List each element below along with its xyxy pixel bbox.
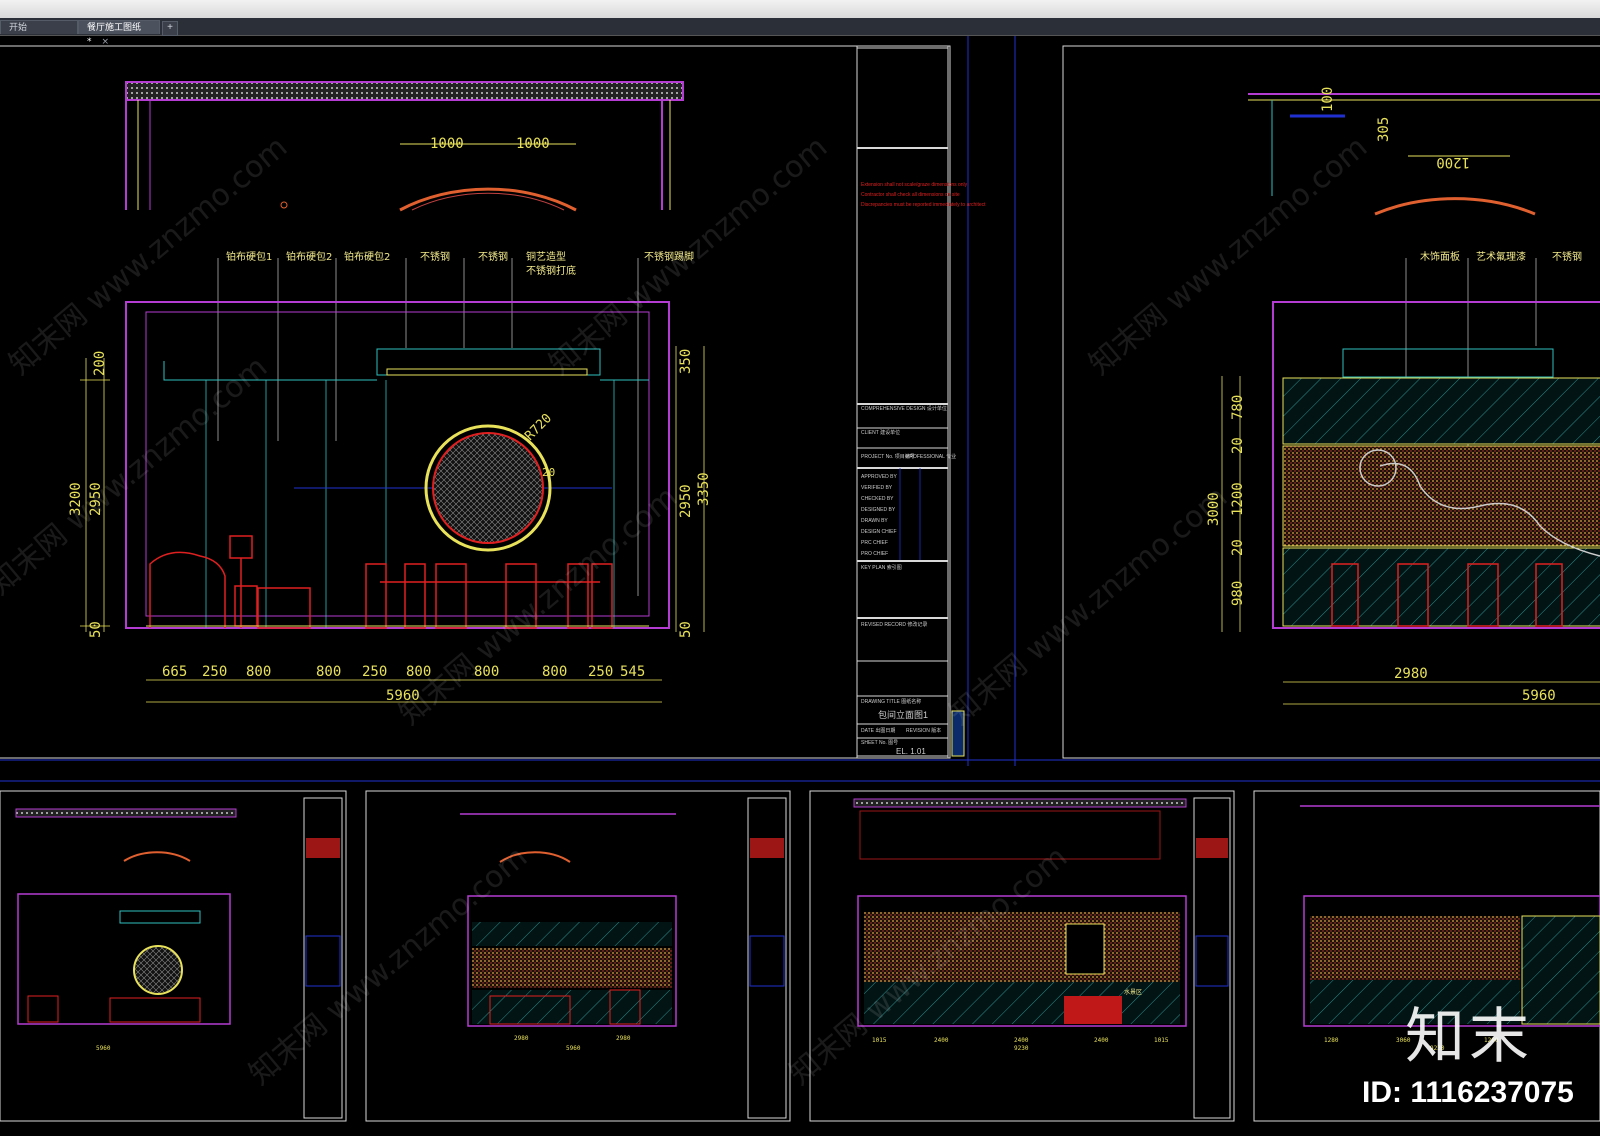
callout-4: 不锈钢 <box>420 250 450 263</box>
radius-label: R720 <box>522 411 555 444</box>
r-dim-left-3: 20 <box>1230 437 1246 454</box>
dim-right-4: 50 <box>678 621 694 638</box>
resource-id: ID: 1116237075 <box>1362 1076 1574 1109</box>
tb-title-label: DRAWING TITLE 图纸名称 <box>861 698 921 705</box>
watermark-6: 知末网 www.znzmo.com <box>943 480 1234 732</box>
title-block[interactable]: Extension shall not scale/graze dimensio… <box>856 47 986 757</box>
tb-row-6: DESIGN CHIEF <box>861 529 897 535</box>
thumb3-dim-3: 2400 <box>1014 1037 1029 1044</box>
dim-bottom-5: 250 <box>362 664 387 680</box>
dim-top-2: 1000 <box>516 136 550 152</box>
watermark-3: 知末网 www.znzmo.com <box>1083 130 1374 382</box>
new-tab-button[interactable]: + <box>162 21 178 36</box>
dim-right-2: 3350 <box>696 472 712 506</box>
tb-note-1: Extension shall not scale/graze dimensio… <box>861 182 968 188</box>
dim-bottom-4: 800 <box>316 664 341 680</box>
callout-2: 铂布硬包2 <box>286 250 332 263</box>
r-dim-top-1: 100 <box>1320 87 1336 112</box>
thumb3-dim-1: 1015 <box>872 1037 887 1044</box>
tb-note-3: Discrepancies must be reported immediate… <box>861 202 986 208</box>
thumb3-dim-total: 9230 <box>1014 1045 1029 1052</box>
window-title-bar <box>0 0 1600 19</box>
r-dim-bottom-1: 2980 <box>1394 666 1428 682</box>
r-dim-left-4: 1200 <box>1230 482 1246 516</box>
callout-1: 铂布硬包1 <box>226 250 272 263</box>
thumb4-dim-1: 1280 <box>1324 1037 1339 1044</box>
r-dim-top-3: 1200 <box>1436 154 1470 170</box>
r-dim-bottom-2: 5960 <box>1522 688 1556 704</box>
dim-right-1: 350 <box>678 349 694 374</box>
tb-revision: REVISION 版本 <box>906 727 941 734</box>
thumbnail-sheet-1[interactable]: 5960 <box>0 790 347 1122</box>
r-callout-3: 不锈钢 <box>1552 250 1582 263</box>
dim-bottom-10: 545 <box>620 664 645 680</box>
main-elevation[interactable]: 1000 1000 铂布硬包1 铂布硬包2 铂布硬包2 不锈钢 不锈钢 铜艺造型… <box>68 81 712 704</box>
tb-date: DATE 出图日期 <box>861 727 895 734</box>
tb-row-3: CHECKED BY <box>861 496 894 502</box>
dim-bottom-1: 665 <box>162 664 187 680</box>
r-callout-1: 木饰面板 <box>1420 250 1460 263</box>
thumb2-dim-1: 2980 <box>514 1035 529 1042</box>
radius-small: 20 <box>542 466 555 479</box>
callout-6: 铜艺造型 <box>526 250 566 263</box>
thumb3-area-label: 水景区 <box>1124 988 1142 996</box>
r-callout-2: 艺术氟理漆 <box>1476 250 1526 263</box>
r-dim-left-5: 20 <box>1230 539 1246 556</box>
tb-row-8: PRO CHIEF <box>861 551 888 557</box>
tab-drawing[interactable]: 餐厅施工图纸* × <box>78 20 160 47</box>
thumbnail-sheet-2[interactable]: 2980 5960 2980 <box>365 790 791 1122</box>
tb-row-1: APPROVED BY <box>861 474 898 480</box>
tb-client: CLIENT 建设单位 <box>861 429 900 436</box>
r-dim-left-6: 980 <box>1230 581 1246 606</box>
brand-logo: 知末 <box>1405 1002 1533 1072</box>
tb-note-2: Contractor shall check all dimensions on… <box>861 192 960 198</box>
tb-keyplan: KEY PLAN 索引图 <box>861 564 902 571</box>
callout-5: 不锈钢 <box>478 250 508 263</box>
dim-left-1: 200 <box>92 351 108 376</box>
dim-bottom-2: 250 <box>202 664 227 680</box>
watermark-2: 知末网 www.znzmo.com <box>543 130 834 382</box>
thumb3-dim-2: 2400 <box>934 1037 949 1044</box>
tb-drawing-title: 包间立面图1 <box>878 709 928 720</box>
thumb3-dim-5: 1015 <box>1154 1037 1169 1044</box>
tab-start[interactable]: 开始 <box>0 20 78 34</box>
cad-model-space[interactable]: 1000 1000 铂布硬包1 铂布硬包2 铂布硬包2 不锈钢 不锈钢 铜艺造型… <box>0 36 1600 1131</box>
tb-row-2: VERIFIED BY <box>861 485 893 491</box>
tb-revised: REVISED RECORD 修改记录 <box>861 621 927 628</box>
thumb2-dim-2: 5960 <box>566 1045 581 1052</box>
cad-drawing: 1000 1000 铂布硬包1 铂布硬包2 铂布硬包2 不锈钢 不锈钢 铜艺造型… <box>0 36 1600 1122</box>
thumbnail-sheet-3[interactable]: 水景区 1015 2400 2400 2400 1015 9230 <box>809 790 1235 1122</box>
callout-7: 不锈钢打底 <box>526 264 576 277</box>
dim-bottom-9: 250 <box>588 664 613 680</box>
right-elevation[interactable]: 100 305 1200 木饰面板 艺术氟理漆 不锈钢 3000 780 20 … <box>1206 87 1600 705</box>
tb-sheet: SHEET No. 图号 <box>861 740 898 746</box>
r-dim-top-2: 305 <box>1376 117 1392 142</box>
thumb3-dim-4: 2400 <box>1094 1037 1109 1044</box>
dim-right-3: 2950 <box>678 484 694 518</box>
thumb2-dim-3: 2980 <box>616 1035 631 1042</box>
dim-bottom-8: 800 <box>542 664 567 680</box>
tb-row-4: DESIGNED BY <box>861 507 896 513</box>
dim-bottom-3: 800 <box>246 664 271 680</box>
callout-3: 铂布硬包2 <box>344 250 390 263</box>
tb-row-7: PRC CHIEF <box>861 540 888 546</box>
dim-left-4: 50 <box>88 621 104 638</box>
thumb1-total: 5960 <box>96 1045 111 1052</box>
dim-top-1: 1000 <box>430 136 464 152</box>
tb-company: COMPREHENSIVE DESIGN 设计单位 <box>861 405 947 412</box>
watermark-4: 知末网 www.znzmo.com <box>0 350 274 602</box>
document-tab-bar: 开始 餐厅施工图纸* × + <box>0 18 1600 47</box>
tb-row-5: DRAWN BY <box>861 518 888 524</box>
tb-professional: PROFESSIONAL 专业 <box>906 453 956 460</box>
tb-sheet-no: EL. 1.01 <box>896 747 926 756</box>
tab-start-label: 开始 <box>9 23 28 33</box>
r-dim-left-2: 780 <box>1230 395 1246 420</box>
